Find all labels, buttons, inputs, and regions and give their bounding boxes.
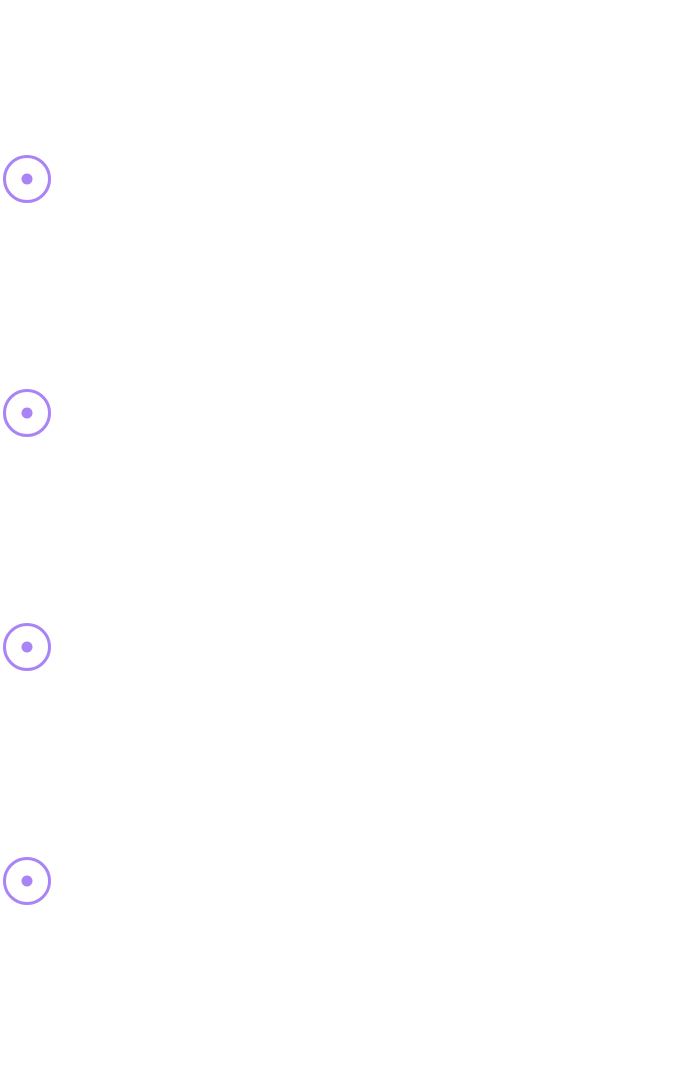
timeline-step-marker xyxy=(3,623,51,671)
radio-dot-icon xyxy=(3,155,51,203)
timeline xyxy=(0,0,685,1066)
radio-dot-icon xyxy=(3,623,51,671)
timeline-step-marker xyxy=(3,155,51,203)
timeline-step-marker xyxy=(3,857,51,905)
timeline-step-marker xyxy=(3,389,51,437)
radio-dot-icon xyxy=(3,389,51,437)
radio-dot-icon xyxy=(3,857,51,905)
